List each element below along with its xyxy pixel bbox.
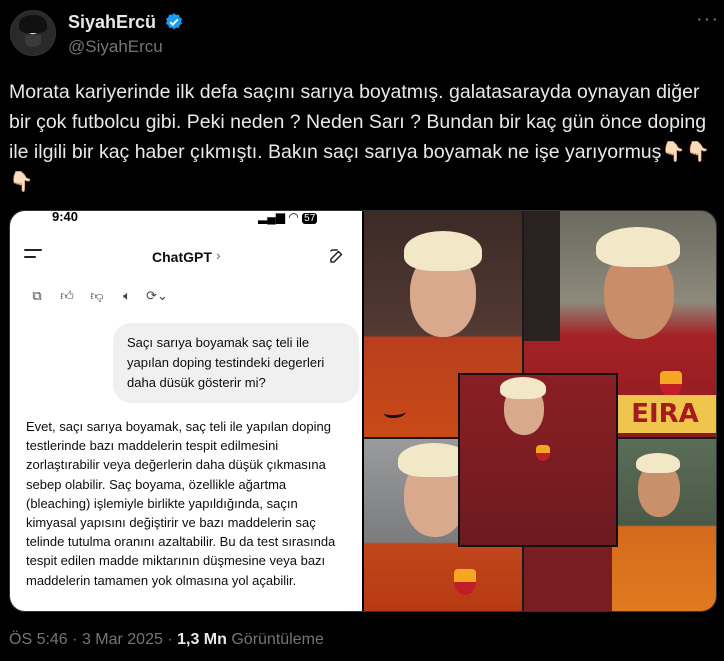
avatar-hair <box>19 15 47 33</box>
tweet-date[interactable]: 3 Mar 2025 <box>82 631 163 648</box>
regenerate-icon[interactable]: ⟳⌄ <box>146 287 168 305</box>
chat-title[interactable]: ChatGPT <box>152 249 212 265</box>
tweet-time[interactable]: ÖS 5:46 <box>9 631 68 648</box>
tweet-text: Morata kariyerinde ilk defa saçını sarıy… <box>9 81 710 193</box>
tweet-media[interactable]: 9:40 ▂▄▆ ◠ 57 ChatGPT › ⧉ 👍︎ 👎︎ 🔈︎ ⟳⌄ Sa… <box>9 210 717 612</box>
battery-icon: 57 <box>302 213 318 224</box>
verified-badge-icon <box>165 13 183 30</box>
avatar[interactable] <box>10 10 56 56</box>
player-photo-6 <box>524 545 612 611</box>
views-count: 1,3 Mn <box>177 631 227 648</box>
meta-separator: · <box>72 631 78 648</box>
tweet-meta: ÖS 5:46 · 3 Mar 2025 · 1,3 Mn Görüntülem… <box>9 631 324 649</box>
thumbs-down-icon[interactable]: 👎︎ <box>88 287 106 305</box>
chevron-right-icon: › <box>216 247 221 263</box>
avatar-beard <box>25 35 41 47</box>
meta-separator: · <box>167 631 173 648</box>
player-photo-collage[interactable]: EIRA <box>364 211 716 611</box>
signal-icon: ▂▄▆ <box>258 210 285 224</box>
author-display-name[interactable]: SiyahErcü <box>68 12 156 33</box>
message-actions: ⧉ 👍︎ 👎︎ 🔈︎ ⟳⌄ <box>28 287 168 305</box>
thumbs-up-icon[interactable]: 👍︎ <box>58 287 76 305</box>
banner-text: EIRA <box>614 395 716 433</box>
chatgpt-screenshot[interactable]: 9:40 ▂▄▆ ◠ 57 ChatGPT › ⧉ 👍︎ 👎︎ 🔈︎ ⟳⌄ Sa… <box>10 211 362 611</box>
status-icons: ▂▄▆ ◠ 57 <box>258 210 318 224</box>
views-label: Görüntüleme <box>231 631 324 648</box>
user-message: Saçı sarıya boyamak saç teli ile yapılan… <box>113 323 359 403</box>
menu-icon[interactable] <box>24 249 42 263</box>
copy-icon[interactable]: ⧉ <box>28 287 46 305</box>
player-photo-5 <box>612 439 716 611</box>
author-handle[interactable]: @SiyahErcu <box>68 37 163 57</box>
edit-icon[interactable] <box>328 247 346 265</box>
wifi-icon: ◠ <box>288 210 299 224</box>
speaker-icon[interactable]: 🔈︎ <box>118 287 136 305</box>
player-photo-4 <box>458 373 618 547</box>
status-time: 9:40 <box>52 210 79 224</box>
more-options-icon[interactable]: ··· <box>696 8 719 31</box>
assistant-reply: Evet, saçı sarıya boyamak, saç teli ile … <box>26 419 336 588</box>
